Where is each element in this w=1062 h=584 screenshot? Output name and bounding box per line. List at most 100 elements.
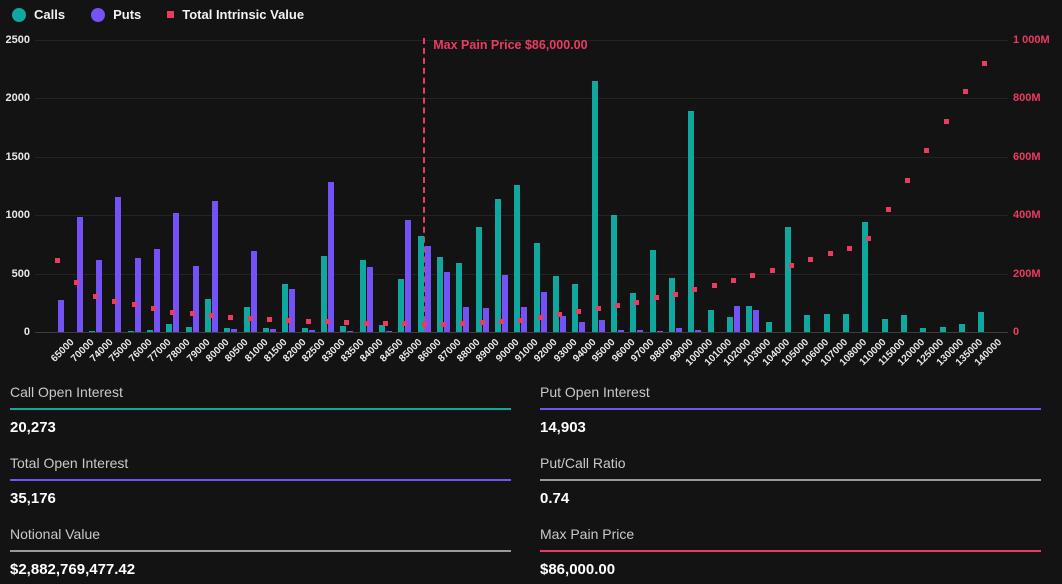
intrinsic-value-point[interactable] xyxy=(654,295,659,300)
calls-bar[interactable] xyxy=(940,327,946,332)
intrinsic-value-point[interactable] xyxy=(847,246,852,251)
calls-bar[interactable] xyxy=(147,330,153,332)
calls-bar[interactable] xyxy=(514,185,520,332)
intrinsic-value-point[interactable] xyxy=(789,263,794,268)
calls-bar[interactable] xyxy=(630,293,636,332)
puts-bar[interactable] xyxy=(463,307,469,332)
puts-bar[interactable] xyxy=(58,300,64,332)
calls-bar[interactable] xyxy=(282,284,288,332)
calls-bar[interactable] xyxy=(89,331,95,332)
intrinsic-value-point[interactable] xyxy=(364,321,369,326)
calls-bar[interactable] xyxy=(495,199,501,332)
intrinsic-value-point[interactable] xyxy=(228,315,233,320)
intrinsic-value-point[interactable] xyxy=(944,119,949,124)
calls-bar[interactable] xyxy=(379,325,385,332)
intrinsic-value-point[interactable] xyxy=(170,310,175,315)
puts-bar[interactable] xyxy=(541,292,547,332)
calls-bar[interactable] xyxy=(263,328,269,332)
intrinsic-value-point[interactable] xyxy=(112,299,117,304)
intrinsic-value-point[interactable] xyxy=(828,251,833,256)
intrinsic-value-point[interactable] xyxy=(267,317,272,322)
intrinsic-value-point[interactable] xyxy=(325,319,330,324)
puts-bar[interactable] xyxy=(231,329,237,332)
intrinsic-value-point[interactable] xyxy=(441,322,446,327)
intrinsic-value-point[interactable] xyxy=(924,148,929,153)
calls-bar[interactable] xyxy=(592,81,598,332)
puts-bar[interactable] xyxy=(328,182,334,332)
intrinsic-value-point[interactable] xyxy=(383,321,388,326)
intrinsic-value-point[interactable] xyxy=(557,312,562,317)
puts-bar[interactable] xyxy=(599,320,605,332)
calls-bar[interactable] xyxy=(418,236,424,332)
intrinsic-value-point[interactable] xyxy=(499,319,504,324)
calls-bar[interactable] xyxy=(186,327,192,332)
intrinsic-value-point[interactable] xyxy=(132,302,137,307)
calls-bar[interactable] xyxy=(824,314,830,332)
intrinsic-value-point[interactable] xyxy=(866,236,871,241)
calls-bar[interactable] xyxy=(669,278,675,332)
calls-bar[interactable] xyxy=(882,319,888,332)
intrinsic-value-point[interactable] xyxy=(692,287,697,292)
puts-bar[interactable] xyxy=(657,331,663,332)
calls-bar[interactable] xyxy=(553,276,559,332)
puts-bar[interactable] xyxy=(676,328,682,332)
intrinsic-value-point[interactable] xyxy=(750,273,755,278)
intrinsic-value-point[interactable] xyxy=(673,292,678,297)
intrinsic-value-point[interactable] xyxy=(190,311,195,316)
puts-bar[interactable] xyxy=(753,310,759,332)
intrinsic-value-point[interactable] xyxy=(808,257,813,262)
legend-item-total-intrinsic-value[interactable]: Total Intrinsic Value xyxy=(167,7,304,22)
intrinsic-value-point[interactable] xyxy=(905,178,910,183)
intrinsic-value-point[interactable] xyxy=(615,303,620,308)
calls-bar[interactable] xyxy=(959,324,965,332)
calls-bar[interactable] xyxy=(901,315,907,332)
calls-bar[interactable] xyxy=(650,250,656,332)
calls-bar[interactable] xyxy=(611,215,617,332)
intrinsic-value-point[interactable] xyxy=(55,258,60,263)
intrinsic-value-point[interactable] xyxy=(886,207,891,212)
puts-bar[interactable] xyxy=(193,266,199,332)
puts-bar[interactable] xyxy=(560,316,566,332)
intrinsic-value-point[interactable] xyxy=(731,278,736,283)
legend-item-calls[interactable]: Calls xyxy=(12,7,65,22)
puts-bar[interactable] xyxy=(425,246,431,332)
intrinsic-value-point[interactable] xyxy=(422,322,427,327)
calls-bar[interactable] xyxy=(708,310,714,332)
intrinsic-value-point[interactable] xyxy=(344,320,349,325)
intrinsic-value-point[interactable] xyxy=(576,309,581,314)
calls-bar[interactable] xyxy=(224,328,230,332)
calls-bar[interactable] xyxy=(978,312,984,332)
puts-bar[interactable] xyxy=(637,330,643,332)
calls-bar[interactable] xyxy=(804,315,810,332)
puts-bar[interactable] xyxy=(212,201,218,332)
intrinsic-value-point[interactable] xyxy=(460,321,465,326)
puts-bar[interactable] xyxy=(405,220,411,332)
intrinsic-value-point[interactable] xyxy=(248,316,253,321)
intrinsic-value-point[interactable] xyxy=(712,283,717,288)
puts-bar[interactable] xyxy=(695,330,701,332)
intrinsic-value-point[interactable] xyxy=(151,306,156,311)
puts-bar[interactable] xyxy=(579,322,585,332)
puts-bar[interactable] xyxy=(386,331,392,332)
calls-bar[interactable] xyxy=(785,227,791,332)
intrinsic-value-point[interactable] xyxy=(93,294,98,299)
puts-bar[interactable] xyxy=(135,258,141,332)
calls-bar[interactable] xyxy=(746,306,752,332)
calls-bar[interactable] xyxy=(920,328,926,332)
calls-bar[interactable] xyxy=(688,111,694,332)
calls-bar[interactable] xyxy=(572,284,578,332)
intrinsic-value-point[interactable] xyxy=(402,321,407,326)
calls-bar[interactable] xyxy=(766,322,772,332)
calls-bar[interactable] xyxy=(727,317,733,332)
calls-bar[interactable] xyxy=(340,326,346,332)
intrinsic-value-point[interactable] xyxy=(518,318,523,323)
intrinsic-value-point[interactable] xyxy=(209,313,214,318)
intrinsic-value-point[interactable] xyxy=(480,320,485,325)
puts-bar[interactable] xyxy=(77,217,83,332)
intrinsic-value-point[interactable] xyxy=(596,306,601,311)
calls-bar[interactable] xyxy=(128,331,134,332)
puts-bar[interactable] xyxy=(115,197,121,332)
puts-bar[interactable] xyxy=(734,306,740,332)
intrinsic-value-point[interactable] xyxy=(286,318,291,323)
intrinsic-value-point[interactable] xyxy=(538,315,543,320)
